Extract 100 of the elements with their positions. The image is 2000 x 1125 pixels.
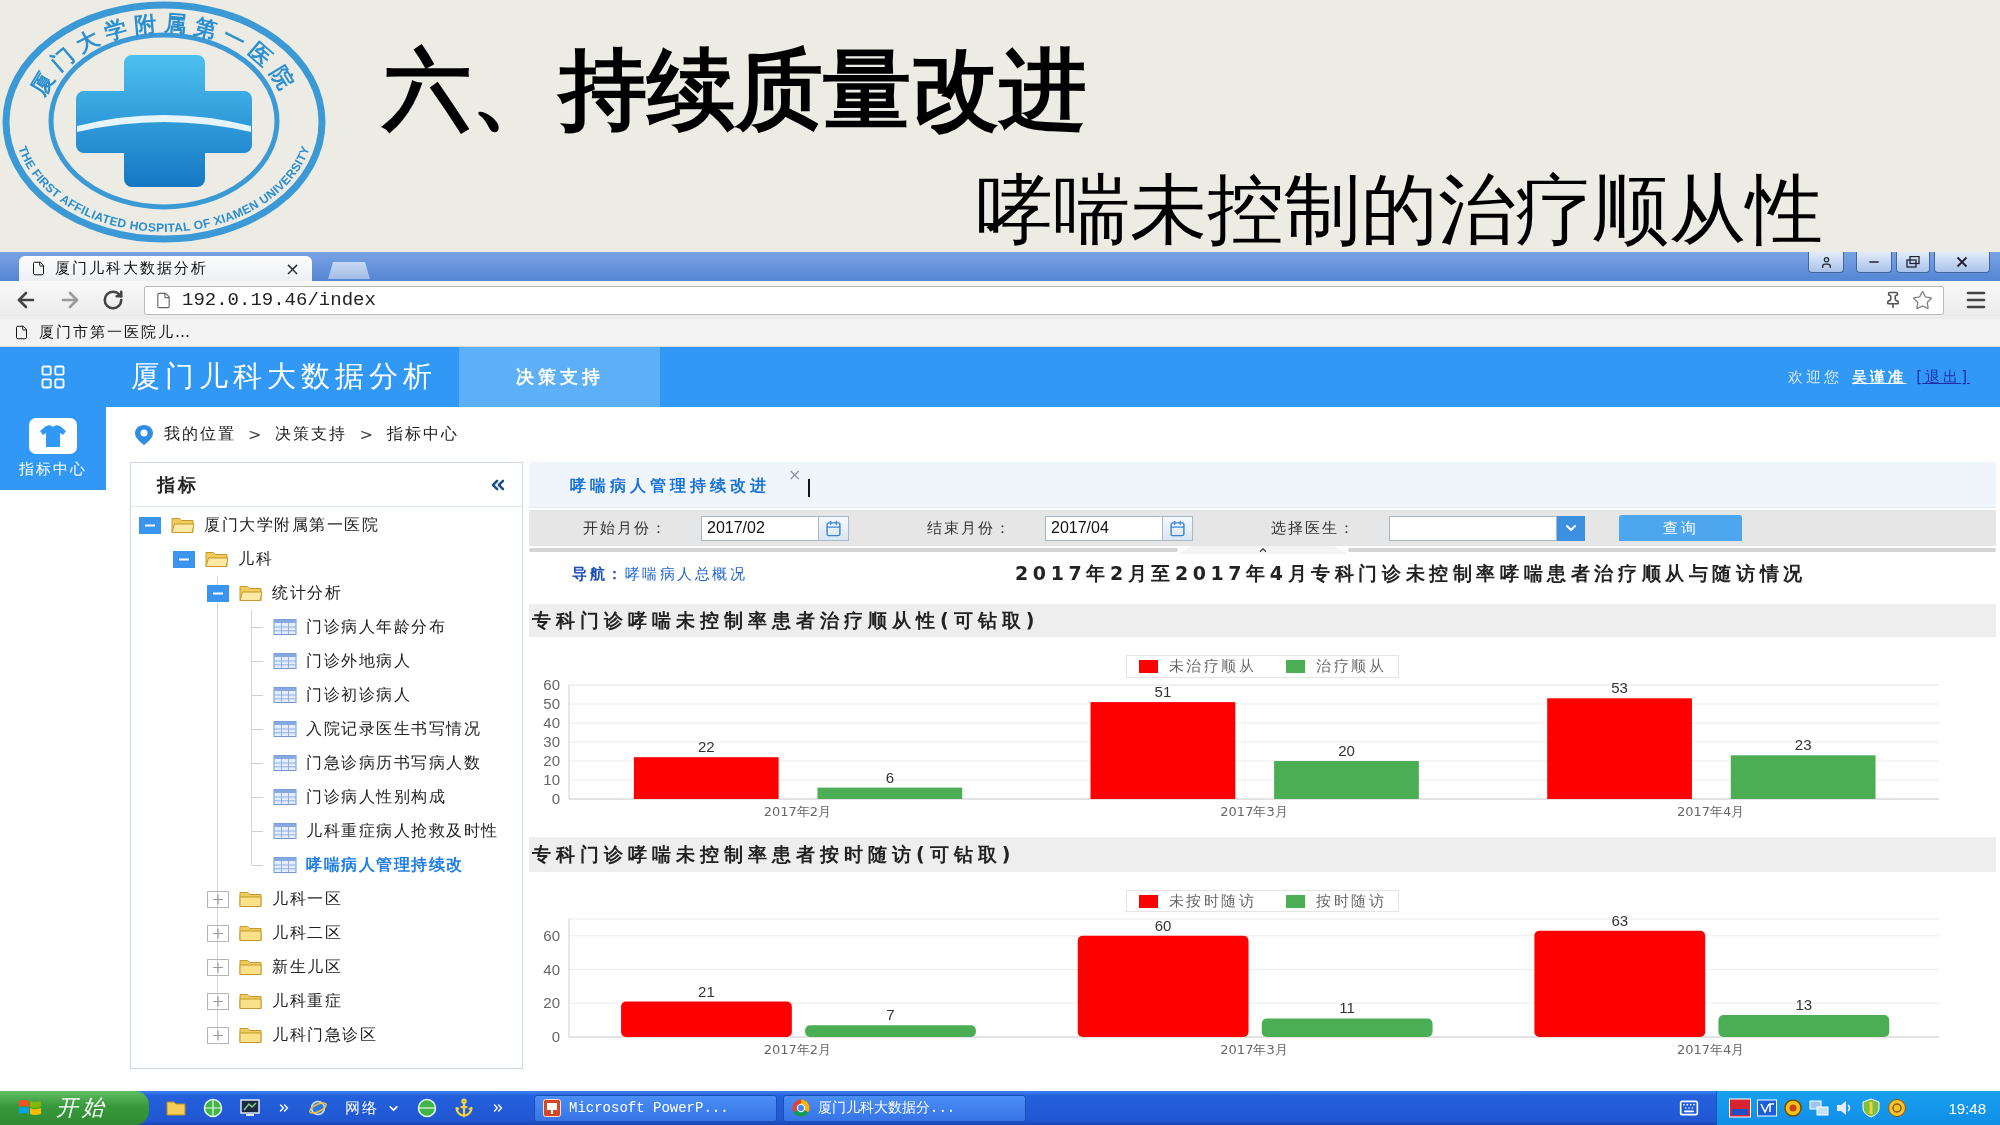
orbit-icon[interactable] bbox=[308, 1098, 328, 1118]
text-cursor-icon bbox=[808, 478, 811, 497]
calendar-button[interactable] bbox=[819, 515, 849, 541]
monitor-icon[interactable] bbox=[240, 1098, 260, 1118]
y-axis-label: 30 bbox=[543, 733, 560, 750]
coin-icon[interactable] bbox=[1887, 1098, 1907, 1118]
tree-item[interactable]: 儿科 bbox=[238, 548, 273, 570]
tree-item[interactable]: 门急诊病历书写病人数 bbox=[306, 752, 481, 774]
anchor-icon[interactable] bbox=[454, 1098, 474, 1118]
breadcrumb-link[interactable]: 我的位置 bbox=[164, 424, 236, 445]
tree-item[interactable]: 儿科门急诊区 bbox=[272, 1024, 377, 1046]
slide-title: 六、持续质量改进 bbox=[383, 38, 1088, 142]
y-axis-label: 60 bbox=[543, 678, 560, 693]
tree-item[interactable]: 门诊病人年龄分布 bbox=[306, 616, 446, 638]
globe-icon[interactable] bbox=[417, 1098, 437, 1118]
slide-subtitle: 哮喘未控制的治疗顺从性 bbox=[976, 170, 1823, 250]
chevrons-right-icon[interactable] bbox=[277, 1101, 291, 1115]
tree-item[interactable]: 哮喘病人管理持续改 bbox=[306, 854, 464, 876]
card-icon[interactable] bbox=[1757, 1098, 1777, 1118]
folder-icon[interactable] bbox=[166, 1098, 186, 1118]
tree-item[interactable]: 门诊病人性别构成 bbox=[306, 786, 446, 808]
folder-icon bbox=[205, 550, 229, 568]
caret-up-icon bbox=[1257, 545, 1268, 555]
y-axis-label: 0 bbox=[551, 1028, 560, 1045]
legend-label: 治疗顺从 bbox=[1316, 657, 1387, 676]
star-icon[interactable] bbox=[1912, 289, 1933, 311]
chart-bar[interactable] bbox=[1261, 1018, 1433, 1037]
tree-item[interactable]: 儿科重症病人抢救及时性 bbox=[306, 820, 499, 842]
month-field[interactable]: 2017/02 bbox=[701, 515, 819, 541]
tree-item[interactable]: 入院记录医生书写情况 bbox=[306, 718, 481, 740]
report-title: 2017年2月至2017年4月专科门诊未控制率哮喘患者治疗顺从与随访情况 bbox=[1015, 561, 1807, 586]
bar-value-label: 23 bbox=[1794, 736, 1812, 754]
keyboard-icon[interactable] bbox=[1679, 1098, 1699, 1118]
tree-item[interactable]: 新生儿区 bbox=[272, 956, 342, 978]
folder-icon bbox=[239, 924, 263, 942]
shield-icon[interactable] bbox=[1861, 1098, 1881, 1118]
dropdown-button[interactable] bbox=[1557, 515, 1585, 541]
collapse-icon[interactable] bbox=[139, 516, 161, 534]
tree-item[interactable]: 门诊外地病人 bbox=[306, 650, 411, 672]
expand-icon[interactable] bbox=[207, 890, 229, 908]
bar-value-label: 60 bbox=[1154, 916, 1172, 934]
new-tab-button[interactable] bbox=[328, 262, 370, 279]
page-icon bbox=[14, 325, 29, 340]
logout-link[interactable]: [退出] bbox=[1916, 367, 1970, 387]
x-axis-label: 2017年3月 bbox=[1220, 804, 1288, 819]
doctor-select[interactable] bbox=[1389, 515, 1557, 541]
minimize-button[interactable] bbox=[1856, 252, 1892, 273]
ring-icon[interactable] bbox=[1783, 1098, 1803, 1118]
month-field[interactable]: 2017/04 bbox=[1045, 515, 1163, 541]
close-button[interactable] bbox=[1934, 252, 1990, 273]
tree-item[interactable]: 厦门大学附属第一医院 bbox=[204, 514, 379, 536]
browser-tab[interactable]: 厦门儿科大数据分析 × bbox=[19, 256, 312, 281]
network-icon[interactable] bbox=[1809, 1098, 1829, 1118]
expand-icon[interactable] bbox=[207, 958, 229, 976]
x-axis-label: 2017年2月 bbox=[763, 804, 831, 819]
address-field[interactable]: 192.0.19.46/index bbox=[144, 285, 1944, 315]
tree-item[interactable]: 统计分析 bbox=[272, 582, 342, 604]
report-tab[interactable]: 哮喘病人管理持续改进 bbox=[570, 472, 770, 497]
tab-close-button[interactable]: × bbox=[282, 259, 302, 278]
y-axis-label: 10 bbox=[543, 771, 560, 788]
expand-icon[interactable] bbox=[207, 1026, 229, 1044]
collapse-icon[interactable] bbox=[207, 584, 229, 602]
expand-icon[interactable] bbox=[207, 992, 229, 1010]
app-title: 厦门儿科大数据分析 bbox=[131, 358, 437, 395]
chart-bar[interactable] bbox=[817, 787, 963, 799]
breadcrumb-separator: > bbox=[358, 425, 376, 444]
chart-bar[interactable] bbox=[1077, 935, 1249, 1037]
chevrons-right-icon[interactable] bbox=[491, 1101, 505, 1115]
language-icon[interactable] bbox=[1729, 1098, 1751, 1118]
taskbar-button[interactable]: 厦门儿科大数据分... bbox=[783, 1094, 1026, 1122]
breadcrumb-link[interactable]: 决策支持 bbox=[275, 424, 348, 445]
pin-icon[interactable] bbox=[1884, 291, 1902, 309]
table-icon bbox=[273, 788, 297, 806]
profile-button[interactable] bbox=[1808, 252, 1844, 273]
collapse-handle-button[interactable] bbox=[1177, 546, 1348, 554]
presentation-icon bbox=[543, 1099, 561, 1117]
collapse-icon[interactable] bbox=[173, 550, 195, 568]
start-button[interactable]: 开始 bbox=[0, 1091, 149, 1125]
table-icon bbox=[273, 754, 297, 772]
expand-icon[interactable] bbox=[207, 924, 229, 942]
breadcrumb-link[interactable]: 指标中心 bbox=[386, 424, 459, 445]
tree-item[interactable]: 儿科二区 bbox=[272, 922, 342, 944]
chart-bar[interactable] bbox=[621, 1001, 792, 1037]
tree-item[interactable]: 儿科一区 bbox=[272, 888, 342, 910]
tree-item[interactable]: 门诊初诊病人 bbox=[306, 684, 411, 706]
filter-label: 结束月份： bbox=[927, 518, 1013, 538]
bookmark-item[interactable]: 厦门市第一医院儿… bbox=[14, 323, 192, 342]
calendar-button[interactable] bbox=[1163, 515, 1193, 541]
restore-button[interactable] bbox=[1896, 252, 1930, 273]
location-pin-icon bbox=[134, 423, 154, 446]
tree-item[interactable]: 儿科重症 bbox=[272, 990, 342, 1012]
reload-button[interactable] bbox=[102, 289, 124, 311]
taskbar-button[interactable]: Microsoft PowerP... bbox=[534, 1094, 777, 1122]
toolbar-menu-button[interactable]: 网络 bbox=[345, 1098, 400, 1118]
globe-icon[interactable] bbox=[203, 1098, 223, 1118]
bar-value-label: 22 bbox=[697, 738, 715, 756]
nav-link[interactable]: 哮喘病人总概况 bbox=[624, 564, 747, 584]
y-axis-label: 20 bbox=[543, 752, 560, 769]
calendar-icon bbox=[825, 519, 842, 537]
legend-label: 按时随访 bbox=[1316, 891, 1387, 911]
